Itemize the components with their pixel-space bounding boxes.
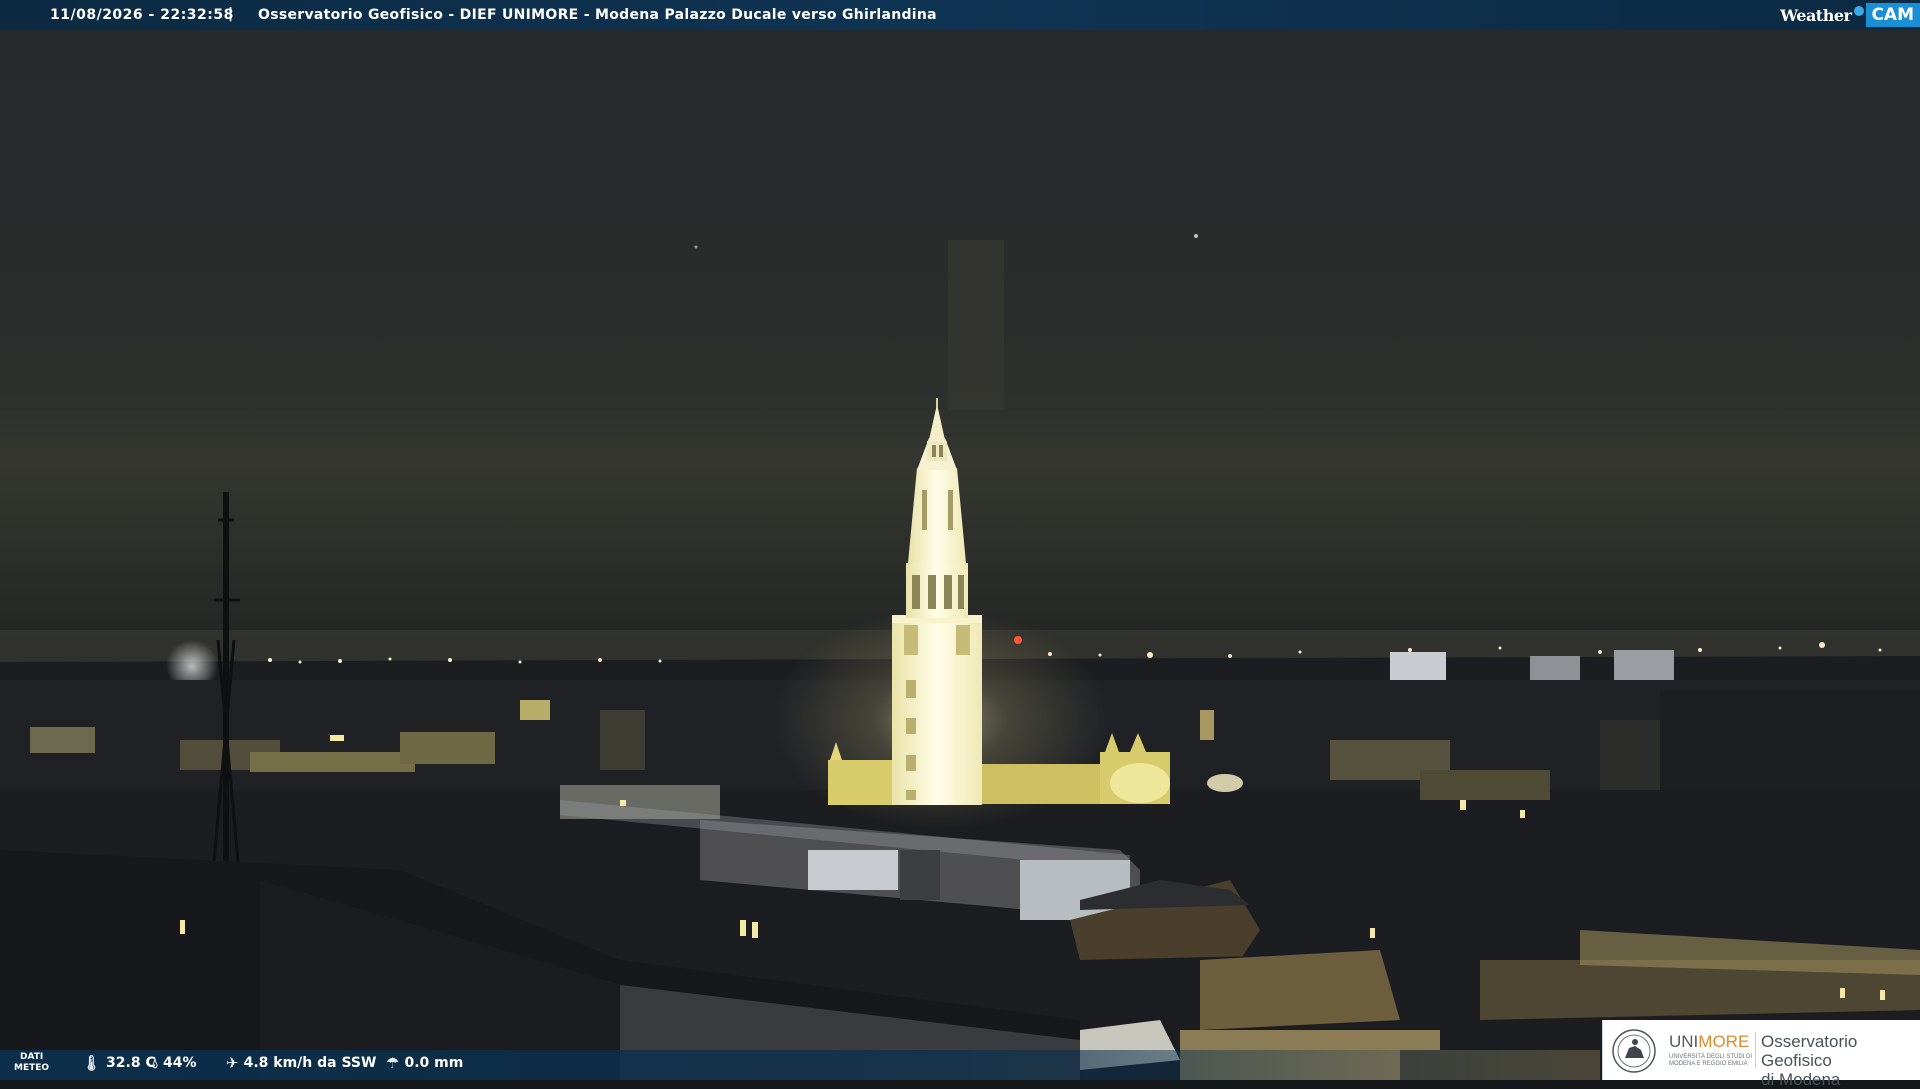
wind-icon: ✈︎ bbox=[226, 1054, 239, 1072]
webcam-night-view bbox=[0, 0, 1920, 1080]
observatory-line1: Osservatorio Geofisico bbox=[1761, 1032, 1858, 1070]
dati-label-line2: METEO bbox=[14, 1063, 50, 1073]
rain-value: 0.0 mm bbox=[404, 1055, 464, 1071]
star bbox=[1194, 234, 1198, 238]
weathercam-logo: Weather CAM bbox=[1780, 0, 1920, 30]
logo-divider bbox=[1755, 1032, 1756, 1068]
humidity-value: 44% bbox=[163, 1055, 197, 1071]
unimore-uni: UNI bbox=[1669, 1032, 1699, 1051]
dati-meteo-label: DATI METEO bbox=[6, 1052, 66, 1078]
thermometer-icon: 🌡︎ bbox=[82, 1054, 102, 1072]
timestamp: 11/08/2026 - 22:32:58 bbox=[50, 7, 234, 23]
unimore-wordmark: UNIMORE bbox=[1669, 1032, 1749, 1052]
distant-building bbox=[1614, 650, 1674, 680]
university-name: UNIVERSITÀ DEGLI STUDI DI MODENA E REGGI… bbox=[1669, 1054, 1759, 1068]
weathercam-dot-icon bbox=[1854, 6, 1865, 16]
star bbox=[694, 245, 698, 249]
temperature-readout: 🌡︎ 32.8 C bbox=[82, 1054, 156, 1072]
university-seal-icon bbox=[1612, 1029, 1656, 1073]
lens-reflection bbox=[948, 240, 1004, 410]
dati-label-line1: DATI bbox=[20, 1052, 44, 1062]
weathercam-weather-text: Weather bbox=[1780, 5, 1852, 25]
observatory-name: Osservatorio Geofisico di Modena bbox=[1761, 1032, 1920, 1089]
distant-building bbox=[1530, 656, 1580, 680]
rain-readout: ☂︎ 0.0 mm bbox=[386, 1054, 463, 1072]
camera-title: Osservatorio Geofisico - DIEF UNIMORE - … bbox=[258, 7, 937, 23]
wind-value: 4.8 km/h da SSW bbox=[243, 1055, 377, 1071]
separator: | bbox=[228, 6, 234, 22]
distant-building bbox=[1390, 652, 1446, 680]
humidity-readout: 💧︎ 44% bbox=[152, 1054, 197, 1072]
weathercam-cam-text: CAM bbox=[1866, 3, 1920, 27]
humidity-drop-icon: 💧︎ bbox=[152, 1054, 159, 1072]
wind-readout: ✈︎ 4.8 km/h da SSW bbox=[226, 1054, 376, 1072]
rain-gauge-icon: ☂︎ bbox=[386, 1054, 400, 1072]
top-info-bar: 11/08/2026 - 22:32:58 | Osservatorio Geo… bbox=[0, 0, 1920, 30]
unimore-more: MORE bbox=[1698, 1032, 1750, 1051]
temperature-value: 32.8 C bbox=[106, 1055, 156, 1071]
university-line2: MODENA E REGGIO EMILIA bbox=[1669, 1061, 1748, 1067]
university-line1: UNIVERSITÀ DEGLI STUDI DI bbox=[1669, 1054, 1753, 1060]
unimore-logo: UNIMORE UNIVERSITÀ DEGLI STUDI DI MODENA… bbox=[1602, 1020, 1920, 1089]
